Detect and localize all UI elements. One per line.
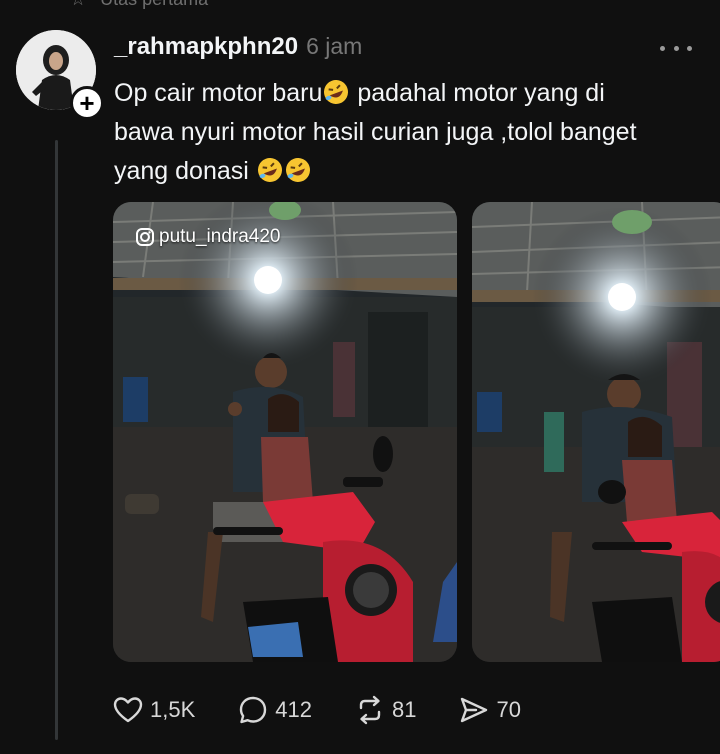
rofl-emoji	[324, 80, 349, 104]
post-header: _rahmapkphn20 6 jam	[114, 33, 362, 61]
repost-icon	[359, 695, 381, 725]
reply-count: 412	[275, 697, 312, 722]
post-time: 6 jam	[306, 33, 363, 59]
action-bar: 1,5K 412 81 70	[112, 694, 563, 726]
media-watermark: putu_indra420	[135, 226, 281, 248]
previous-post-label: Utas pertama	[100, 0, 208, 10]
repost-button[interactable]: 81	[354, 694, 416, 726]
watermark-text: putu_indra420	[159, 226, 281, 247]
username[interactable]: _rahmapkphn20	[114, 33, 298, 61]
previous-post-hint: ☆ Utas pertama	[70, 0, 208, 10]
share-count: 70	[496, 697, 521, 722]
post-text-line1-a: Op cair motor baru	[114, 79, 323, 107]
instagram-icon	[136, 228, 154, 246]
more-icon[interactable]	[660, 38, 692, 58]
rofl-emoji	[257, 158, 282, 182]
thread-line	[55, 140, 58, 740]
post-photo-1[interactable]: putu_indra420	[113, 202, 457, 662]
follow-plus-button[interactable]: +	[70, 86, 104, 120]
post-text-line1-b: padahal motor yang di	[350, 79, 605, 107]
post-photo-2[interactable]	[472, 202, 720, 662]
like-count: 1,5K	[150, 697, 196, 722]
like-button[interactable]: 1,5K	[112, 694, 195, 726]
send-icon	[461, 697, 488, 723]
repost-count: 81	[391, 697, 417, 722]
heart-icon	[113, 697, 143, 723]
star-icon: ☆	[70, 0, 86, 10]
comment-icon	[240, 696, 267, 724]
plus-icon: +	[79, 88, 95, 118]
share-button[interactable]: 70	[458, 694, 521, 726]
reply-button[interactable]: 412	[237, 694, 312, 726]
post-text-line2: bawa nyuri motor hasil curian juga ,tolo…	[114, 118, 637, 146]
post-text: Op cair motor baru padahal motor yang di…	[114, 74, 704, 191]
post-text-line3: yang donasi	[114, 157, 256, 185]
rofl-emoji	[285, 158, 310, 182]
